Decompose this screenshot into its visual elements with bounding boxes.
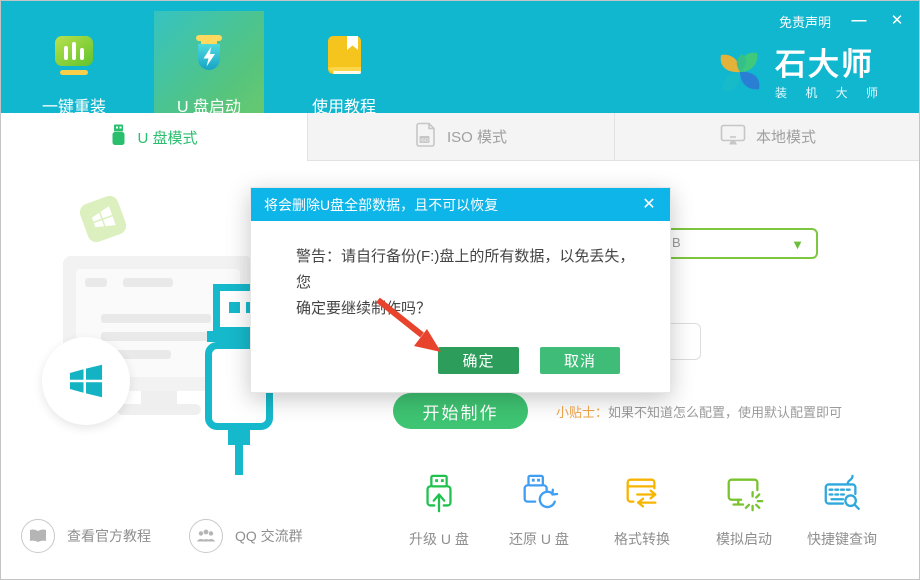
usb-shield-icon [186,33,232,84]
tool-label: 还原 U 盘 [509,529,569,549]
tab-local-mode[interactable]: 本地模式 [614,113,920,161]
chart-bars-icon [51,33,97,84]
dialog-message-line2: 确定要继续制作吗？ [296,296,636,322]
simulate-boot-icon [723,473,765,520]
tool-hotkey-query[interactable]: 快捷键查询 [794,473,890,549]
tab-usb-mode[interactable]: U 盘模式 [1,113,307,161]
logo-title: 石大师 [775,49,886,81]
dialog-message-line1: 警告：请自行备份(F:)盘上的所有数据，以免丢失，您 [296,244,636,296]
chevron-down-icon: ▼ [791,237,804,252]
footer-link-label: QQ 交流群 [235,526,303,546]
app-window: 一键重装 U 盘启动 [0,0,920,580]
tool-upgrade-usb[interactable]: 升级 U 盘 [391,473,487,549]
tool-label: 升级 U 盘 [409,529,469,549]
mode-tabbar: U 盘模式 ISO ISO 模式 本地模式 [1,113,920,161]
start-make-button[interactable]: 开始制作 [393,393,528,429]
tool-label: 格式转换 [614,529,670,549]
tool-simulate-boot[interactable]: 模拟启动 [696,473,792,549]
dialog-titlebar: 将会删除U盘全部数据，且不可以恢复 ✕ [251,188,670,221]
nav-item-one-click-reinstall[interactable]: 一键重装 [19,11,129,113]
monitor-base [117,404,201,415]
monitor-stand [141,391,177,404]
tip-body: 如果不知道怎么配置，使用默认配置即可 [608,405,842,420]
confirm-button[interactable]: 确定 [438,347,519,374]
delete-warning-dialog: 将会删除U盘全部数据，且不可以恢复 ✕ 警告：请自行备份(F:)盘上的所有数据，… [250,187,671,393]
usb-upgrade-icon [418,473,460,520]
tool-format-convert[interactable]: 格式转换 [594,473,690,549]
iso-file-icon: ISO [415,122,437,152]
tab-label: U 盘模式 [137,127,197,148]
svg-text:ISO: ISO [420,137,429,143]
brand-logo: 石大师 装 机 大 师 [715,47,886,102]
usb-illustration-connector [228,428,250,445]
windows-circle-badge [42,337,130,425]
hotkey-search-icon [821,473,863,520]
usb-illustration-cable [235,445,243,475]
footer-link-label: 查看官方教程 [67,526,151,546]
cancel-button[interactable]: 取消 [540,347,620,374]
qq-group-link[interactable]: QQ 交流群 [189,519,303,553]
monitor-icon [720,124,746,150]
tab-label: 本地模式 [756,126,816,147]
tip-label: 小贴士： [556,405,608,420]
tool-label: 快捷键查询 [807,529,877,549]
minimize-button[interactable]: — [849,11,869,31]
tab-label: ISO 模式 [447,126,507,147]
close-button[interactable]: ✕ [887,11,907,31]
people-circle-icon [189,519,223,553]
tip-text: 小贴士：如果不知道怎么配置，使用默认配置即可 [556,402,842,421]
nav-item-tutorial[interactable]: 使用教程 [289,11,399,113]
disclaimer-link[interactable]: 免责声明 [779,12,831,31]
dialog-message: 警告：请自行备份(F:)盘上的所有数据，以免丢失，您 确定要继续制作吗？ [296,244,636,322]
usb-device-dropdown-value: B [672,235,681,250]
usb-restore-icon [518,473,560,520]
nav-item-usb-boot[interactable]: U 盘启动 [154,11,264,113]
app-header: 一键重装 U 盘启动 [1,1,920,113]
dialog-close-icon[interactable]: ✕ [639,188,659,221]
format-convert-icon [621,473,663,520]
swirl-logo-icon [715,47,765,102]
official-tutorial-link[interactable]: 查看官方教程 [21,519,151,553]
usb-drive-icon [110,124,127,150]
tab-iso-mode[interactable]: ISO ISO 模式 [307,113,614,161]
tool-restore-usb[interactable]: 还原 U 盘 [491,473,587,549]
book-icon [321,33,367,84]
open-book-circle-icon [21,519,55,553]
logo-subtitle: 装 机 大 师 [775,84,886,101]
windows-square-decoration [77,193,128,244]
tool-label: 模拟启动 [716,529,772,549]
dialog-title: 将会删除U盘全部数据，且不可以恢复 [264,195,498,215]
